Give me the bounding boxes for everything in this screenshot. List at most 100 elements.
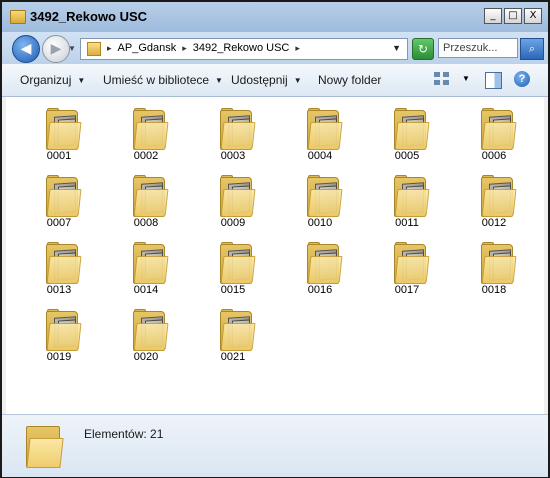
folder-icon (394, 242, 430, 284)
preview-pane-icon[interactable] (485, 72, 502, 89)
chevron-right-icon[interactable]: ▸ (182, 43, 187, 54)
details-pane: Elementów: 21 (2, 414, 548, 477)
organize-menu[interactable]: Organizuj ▼ (20, 73, 85, 87)
folder-item[interactable]: 0016 (288, 236, 352, 298)
folder-item[interactable]: 0004 (288, 102, 352, 164)
folder-item[interactable]: 0001 (27, 102, 91, 164)
folder-icon (26, 423, 64, 468)
folder-item[interactable]: 0015 (201, 236, 265, 298)
folder-label: 0003 (220, 150, 246, 162)
minimize-button[interactable]: _ (484, 8, 502, 24)
folder-item[interactable]: 0009 (201, 169, 265, 231)
folder-icon (46, 108, 82, 150)
folder-label: 0006 (481, 150, 507, 162)
folder-item[interactable]: 0010 (288, 169, 352, 231)
explorer-window: 3492_Rekowo USC _ □ X ◀ ▶ ▼ ▸ AP_Gdansk … (0, 0, 550, 478)
folder-label: 0001 (46, 150, 72, 162)
folder-item[interactable]: 0006 (462, 102, 526, 164)
folder-label: 0017 (394, 284, 420, 296)
search-icon[interactable]: ⌕ (520, 38, 544, 60)
folder-icon (133, 175, 169, 217)
folder-item[interactable]: 0008 (114, 169, 178, 231)
recent-pages-dropdown[interactable]: ▼ (68, 44, 76, 53)
folder-icon (46, 309, 82, 351)
folder-icon (87, 42, 101, 56)
share-label: Udostępnij (231, 73, 288, 87)
folder-icon (10, 10, 26, 24)
help-icon[interactable]: ? (514, 71, 530, 87)
folder-label: 0013 (46, 284, 72, 296)
close-button[interactable]: X (524, 8, 542, 24)
folder-label: 0018 (481, 284, 507, 296)
chevron-down-icon: ▼ (215, 75, 223, 85)
command-bar: Organizuj ▼ Umieść w bibliotece ▼ Udostę… (2, 64, 548, 97)
folder-icon (307, 175, 343, 217)
folder-icon (133, 242, 169, 284)
address-row: ◀ ▶ ▼ ▸ AP_Gdansk ▸ 3492_Rekowo USC ▸ ▼ … (2, 32, 548, 64)
folder-label: 0021 (220, 351, 246, 363)
chevron-right-icon[interactable]: ▸ (107, 43, 112, 54)
window-controls: _ □ X (484, 8, 542, 24)
folder-label: 0002 (133, 150, 159, 162)
folder-icon (46, 175, 82, 217)
back-button[interactable]: ◀ (12, 35, 40, 63)
folder-icon (481, 242, 517, 284)
file-list: 0001 0002 0003 0004 0005 0006 0007 0008 0009 0010… (6, 97, 544, 414)
folder-icon (481, 175, 517, 217)
folder-icon (133, 108, 169, 150)
refresh-button[interactable]: ↻ (412, 38, 434, 60)
folder-item[interactable]: 0007 (27, 169, 91, 231)
folder-label: 0004 (307, 150, 333, 162)
include-in-library-menu[interactable]: Umieść w bibliotece ▼ (103, 73, 223, 87)
address-bar[interactable]: ▸ AP_Gdansk ▸ 3492_Rekowo USC ▸ ▼ (80, 38, 408, 60)
chevron-right-icon[interactable]: ▸ (295, 43, 300, 54)
breadcrumb-item[interactable]: 3492_Rekowo USC (193, 42, 290, 54)
search-input[interactable]: Przeszuk... (438, 38, 518, 58)
new-folder-label: Nowy folder (318, 73, 382, 87)
views-icon[interactable] (434, 72, 450, 86)
folder-label: 0012 (481, 217, 507, 229)
folder-label: 0014 (133, 284, 159, 296)
folder-icon (307, 108, 343, 150)
folder-item[interactable]: 0018 (462, 236, 526, 298)
folder-item[interactable]: 0021 (201, 303, 265, 365)
new-folder-button[interactable]: Nowy folder (318, 73, 381, 87)
folder-label: 0019 (46, 351, 72, 363)
folder-item[interactable]: 0005 (375, 102, 439, 164)
window-title: 3492_Rekowo USC (30, 9, 148, 24)
folder-item[interactable]: 0019 (27, 303, 91, 365)
folder-label: 0015 (220, 284, 246, 296)
folder-label: 0007 (46, 217, 72, 229)
breadcrumb: ▸ AP_Gdansk ▸ 3492_Rekowo USC ▸ (107, 42, 300, 54)
folder-item[interactable]: 0012 (462, 169, 526, 231)
folder-icon (394, 175, 430, 217)
folder-item[interactable]: 0013 (27, 236, 91, 298)
folder-item[interactable]: 0020 (114, 303, 178, 365)
maximize-button[interactable]: □ (504, 8, 522, 24)
folder-icon (46, 242, 82, 284)
title-bar[interactable]: 3492_Rekowo USC _ □ X (2, 2, 548, 32)
folder-item[interactable]: 0011 (375, 169, 439, 231)
address-dropdown-icon[interactable]: ▼ (392, 43, 401, 53)
folder-icon (394, 108, 430, 150)
folder-label: 0020 (133, 351, 159, 363)
library-label: Umieść w bibliotece (103, 73, 210, 87)
chevron-down-icon: ▼ (293, 75, 302, 85)
breadcrumb-item[interactable]: AP_Gdansk (118, 42, 177, 54)
folder-icon (481, 108, 517, 150)
organize-label: Organizuj (20, 73, 72, 87)
folder-item[interactable]: 0002 (114, 102, 178, 164)
item-count: Elementów: 21 (84, 427, 164, 441)
folder-item[interactable]: 0017 (375, 236, 439, 298)
folder-item[interactable]: 0014 (114, 236, 178, 298)
folder-icon (307, 242, 343, 284)
folder-item[interactable]: 0003 (201, 102, 265, 164)
folder-label: 0005 (394, 150, 420, 162)
chevron-down-icon[interactable]: ▼ (462, 74, 470, 83)
folder-label: 0008 (133, 217, 159, 229)
forward-button[interactable]: ▶ (42, 35, 70, 63)
folder-icon (133, 309, 169, 351)
folder-icon (220, 242, 256, 284)
folder-icon (220, 175, 256, 217)
share-menu[interactable]: Udostępnij ▼ (231, 73, 302, 87)
